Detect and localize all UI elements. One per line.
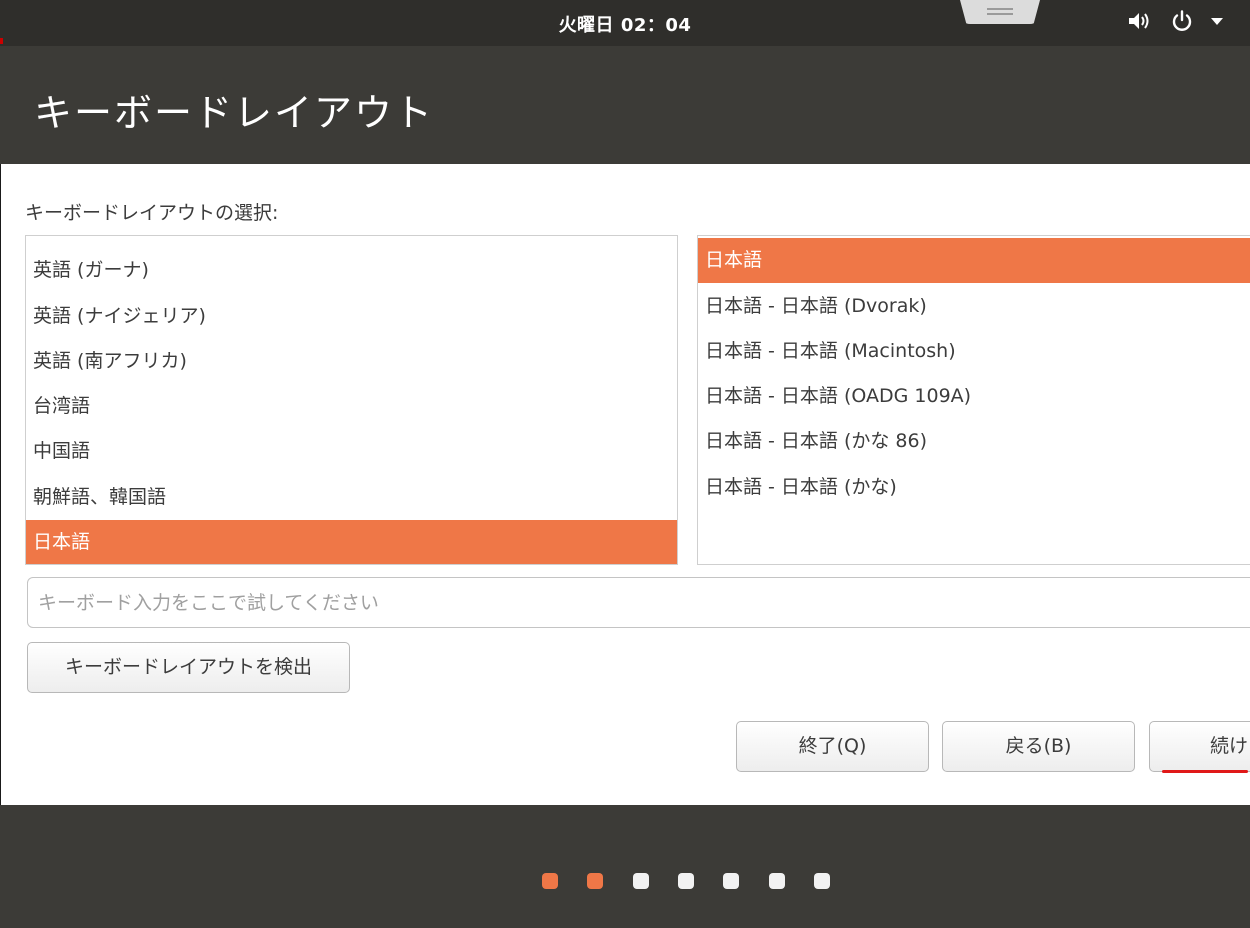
continue-button[interactable]: 続け: [1149, 721, 1250, 772]
progress-dot: [633, 873, 649, 889]
page-title: キーボードレイアウト: [34, 91, 435, 135]
variant-item-selected[interactable]: 日本語: [698, 238, 1250, 283]
detect-layout-button[interactable]: キーボードレイアウトを検出: [27, 642, 350, 693]
annotation-underline: [1162, 770, 1248, 773]
quit-button[interactable]: 終了(Q): [736, 721, 929, 772]
list-item[interactable]: 台湾語: [26, 384, 677, 429]
layout-list[interactable]: 英語 ( ) 英語 (ガーナ) 英語 (ナイジェリア) 英語 (南アフリカ) 台…: [25, 235, 678, 565]
progress-dot-active: [587, 873, 603, 889]
variant-item[interactable]: 日本語 - 日本語 (かな): [698, 465, 1250, 510]
keyboard-test-input[interactable]: [27, 577, 1250, 628]
back-button[interactable]: 戻る(B): [942, 721, 1135, 772]
list-item[interactable]: 英語 (ナイジェリア): [26, 294, 677, 339]
variant-item[interactable]: 日本語 - 日本語 (Macintosh): [698, 329, 1250, 374]
list-item[interactable]: 英語 (ガーナ): [26, 248, 677, 293]
layout-section-label: キーボードレイアウトの選択:: [25, 202, 279, 224]
list-item[interactable]: 中国語: [26, 429, 677, 474]
progress-dot-active: [542, 873, 558, 889]
volume-icon[interactable]: [1126, 9, 1152, 38]
list-item[interactable]: 朝鮮語、韓国語: [26, 475, 677, 520]
variant-item[interactable]: 日本語 - 日本語 (OADG 109A): [698, 374, 1250, 419]
top-bar: 火曜日 02：04: [0, 0, 1250, 46]
variant-item[interactable]: 日本語 - 日本語 (かな 86): [698, 419, 1250, 464]
power-icon[interactable]: [1170, 9, 1194, 38]
menu-arrow-icon[interactable]: [1209, 9, 1225, 38]
footer: [0, 805, 1250, 928]
progress-dot: [678, 873, 694, 889]
progress-dot: [723, 873, 739, 889]
list-item-selected[interactable]: 日本語: [26, 520, 677, 564]
progress-dot: [814, 873, 830, 889]
variant-item[interactable]: 日本語 - 日本語 (Dvorak): [698, 284, 1250, 329]
handle-line: [987, 8, 1013, 10]
edge-mark: [0, 38, 3, 44]
list-item[interactable]: 英語 (南アフリカ): [26, 339, 677, 384]
list-item-cut: 英語 ( ): [26, 236, 677, 243]
handle-line: [987, 13, 1013, 15]
variant-list[interactable]: 日本語 日本語 - 日本語 (Dvorak) 日本語 - 日本語 (Macint…: [697, 235, 1250, 565]
clock[interactable]: 火曜日 02：04: [0, 11, 1250, 37]
progress-dot: [769, 873, 785, 889]
keyboard-tab-handle[interactable]: [960, 0, 1040, 24]
